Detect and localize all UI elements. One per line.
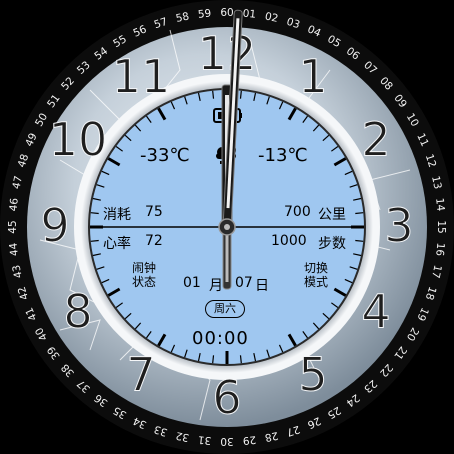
minor-tick — [239, 90, 242, 99]
hour-numeral: 8 — [63, 285, 92, 339]
hour-numeral: 4 — [361, 285, 390, 339]
hour-numeral: 7 — [126, 347, 155, 401]
hour-numeral: 9 — [40, 199, 69, 253]
steps-unit: 步数 — [318, 236, 346, 252]
switch-mode-button[interactable]: 切换 模式 — [296, 261, 336, 291]
minute-ring-label: 44 — [7, 242, 20, 257]
alarm-label-line1: 闹钟 — [131, 261, 156, 275]
hour-numeral: 5 — [298, 347, 327, 401]
hour-numeral: 2 — [361, 113, 390, 167]
date-day-unit: 日 — [255, 278, 269, 294]
weekday-badge: 周六 — [205, 300, 245, 318]
hour-numeral: 11 — [112, 50, 171, 104]
hour-numeral: 12 — [198, 27, 257, 81]
mode-label-line1: 切换 — [303, 261, 328, 275]
hour-numeral: 3 — [384, 199, 413, 253]
minor-tick — [90, 212, 99, 215]
minor-tick — [90, 239, 99, 242]
consumption-value: 75 — [145, 204, 163, 220]
minor-tick — [355, 212, 364, 215]
date-month: 01 — [183, 275, 201, 291]
minor-tick — [212, 90, 215, 99]
watch-face: 60 01 02 03 04050607080910111213141516171819… — [0, 0, 454, 454]
mode-label-line2: 模式 — [303, 275, 328, 289]
alarm-status-button[interactable]: 闹钟 状态 — [124, 261, 164, 291]
distance-unit: 公里 — [318, 207, 346, 223]
minute-ring-label: 16 — [433, 242, 446, 257]
heart-label: 心率 — [103, 236, 131, 252]
date-day: 07 — [235, 275, 253, 291]
minute-ring-label: 59 — [197, 8, 212, 21]
heart-value: 72 — [145, 233, 163, 249]
minute-ring-label: 45 — [7, 220, 19, 233]
temp-high: -13℃ — [258, 145, 308, 166]
minute-ring-label: 30 — [220, 435, 233, 447]
minute-ring-label: 29 — [242, 433, 257, 446]
minute-ring-label: 15 — [435, 220, 447, 233]
minute-ring-label: 14 — [433, 197, 446, 212]
hour-numeral: 10 — [49, 113, 108, 167]
hour-numeral: 6 — [212, 371, 241, 425]
minor-tick — [355, 239, 364, 242]
distance-value: 700 — [284, 204, 311, 220]
minute-ring-label: 01 — [242, 8, 257, 21]
alarm-label-line2: 状态 — [131, 275, 156, 289]
digital-time: 00:00 — [192, 328, 249, 349]
minute-ring-label: 46 — [8, 197, 21, 212]
hour-numeral: 1 — [298, 50, 327, 104]
steps-value: 1000 — [271, 233, 307, 249]
minute-ring-label: 31 — [197, 433, 212, 446]
consumption-label: 消耗 — [103, 207, 131, 223]
date-month-unit: 月 — [209, 278, 223, 294]
minor-tick — [239, 355, 242, 364]
temp-low: -33℃ — [140, 145, 190, 166]
minor-tick — [212, 355, 215, 364]
minute-ring-label: 60 — [220, 7, 233, 19]
